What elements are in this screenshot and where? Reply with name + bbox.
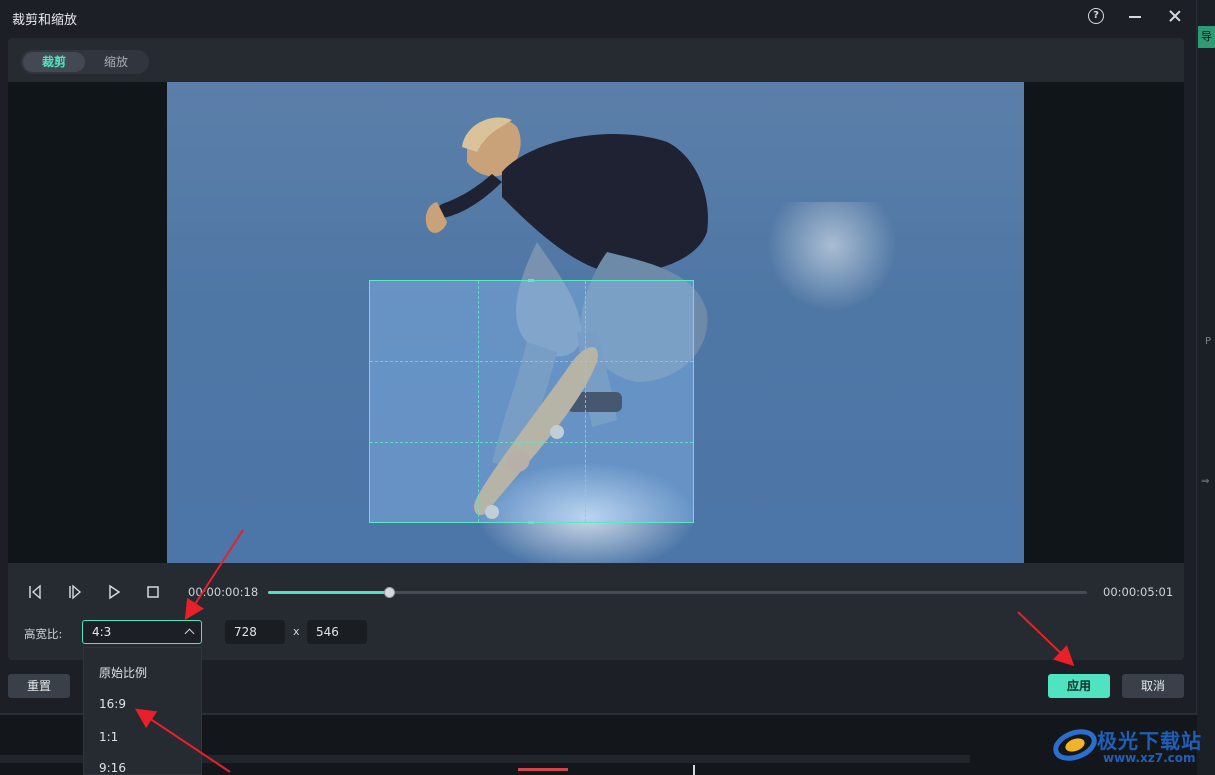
- end-time: 00:00:05:01: [1103, 585, 1174, 599]
- background-right-tab[interactable]: 导: [1198, 26, 1215, 48]
- aspect-ratio-select[interactable]: 4:3: [82, 620, 202, 644]
- watermark-url: www.xz7.com: [1103, 751, 1196, 765]
- preview-stage: [8, 82, 1184, 563]
- crop-height-field[interactable]: 546: [307, 620, 367, 644]
- aspect-ratio-dropdown: 原始比例 16:9 1:1 9:16: [83, 647, 202, 775]
- watermark-name: 极光下载站: [1097, 729, 1202, 753]
- crop-selection-box[interactable]: [369, 279, 694, 524]
- background-playhead: [693, 765, 695, 775]
- mode-tabs: 裁剪 缩放: [21, 50, 149, 74]
- minimize-icon[interactable]: [1129, 16, 1141, 18]
- current-time: 00:00:00:18: [188, 585, 259, 599]
- crop-grid-line: [585, 281, 587, 522]
- crop-grid-line: [370, 441, 693, 443]
- playback-bar: 00:00:00:18 00:00:05:01: [8, 576, 1184, 606]
- cloud-shape: [767, 202, 897, 312]
- close-icon[interactable]: [1166, 7, 1184, 25]
- crop-handle-top[interactable]: [528, 279, 534, 282]
- crop-grid-line: [477, 281, 479, 522]
- reset-button[interactable]: 重置: [8, 674, 70, 698]
- dropdown-option-16-9[interactable]: 16:9: [99, 697, 126, 711]
- dropdown-option-1-1[interactable]: 1:1: [99, 730, 118, 744]
- crop-grid-line: [370, 361, 693, 363]
- timeline-slider[interactable]: [268, 587, 1087, 598]
- crop-width-field[interactable]: 728: [225, 620, 285, 644]
- background-marker: [518, 768, 568, 771]
- help-circle-icon[interactable]: ?: [1088, 8, 1104, 24]
- watermark-logo-icon: [1053, 729, 1097, 761]
- aspect-ratio-label: 高宽比:: [24, 627, 63, 641]
- chevron-up-icon: [184, 628, 195, 639]
- prev-frame-icon[interactable]: [27, 584, 43, 600]
- play-icon[interactable]: [106, 584, 122, 600]
- timeline-knob[interactable]: [384, 587, 396, 598]
- dropdown-option-original[interactable]: 原始比例: [99, 664, 147, 681]
- editor-panel: 裁剪 缩放 00:00:00:18 00:00:05:01 高宽比: 4:3 7…: [8, 38, 1184, 660]
- tab-zoom[interactable]: 缩放: [85, 52, 147, 72]
- dialog-title: 裁剪和缩放: [12, 13, 78, 28]
- background-right-panel: [1197, 0, 1215, 775]
- dropdown-option-9-16[interactable]: 9:16: [99, 761, 126, 775]
- tab-crop[interactable]: 裁剪: [23, 52, 85, 72]
- stop-icon[interactable]: [145, 584, 161, 600]
- next-frame-icon[interactable]: [67, 584, 83, 600]
- crop-zoom-dialog: 裁剪和缩放 ? 裁剪 缩放 00:00:00:18 00:00:05:01 高宽…: [0, 0, 1197, 714]
- background-right-arrow: ⇒: [1201, 476, 1210, 487]
- crop-handle-bottom[interactable]: [528, 521, 534, 524]
- apply-button[interactable]: 应用: [1048, 674, 1110, 698]
- dimension-separator: x: [293, 625, 300, 638]
- aspect-ratio-value: 4:3: [92, 625, 112, 639]
- background-right-letter: P: [1205, 336, 1212, 347]
- cancel-button[interactable]: 取消: [1122, 674, 1184, 698]
- timeline-progress: [268, 591, 390, 594]
